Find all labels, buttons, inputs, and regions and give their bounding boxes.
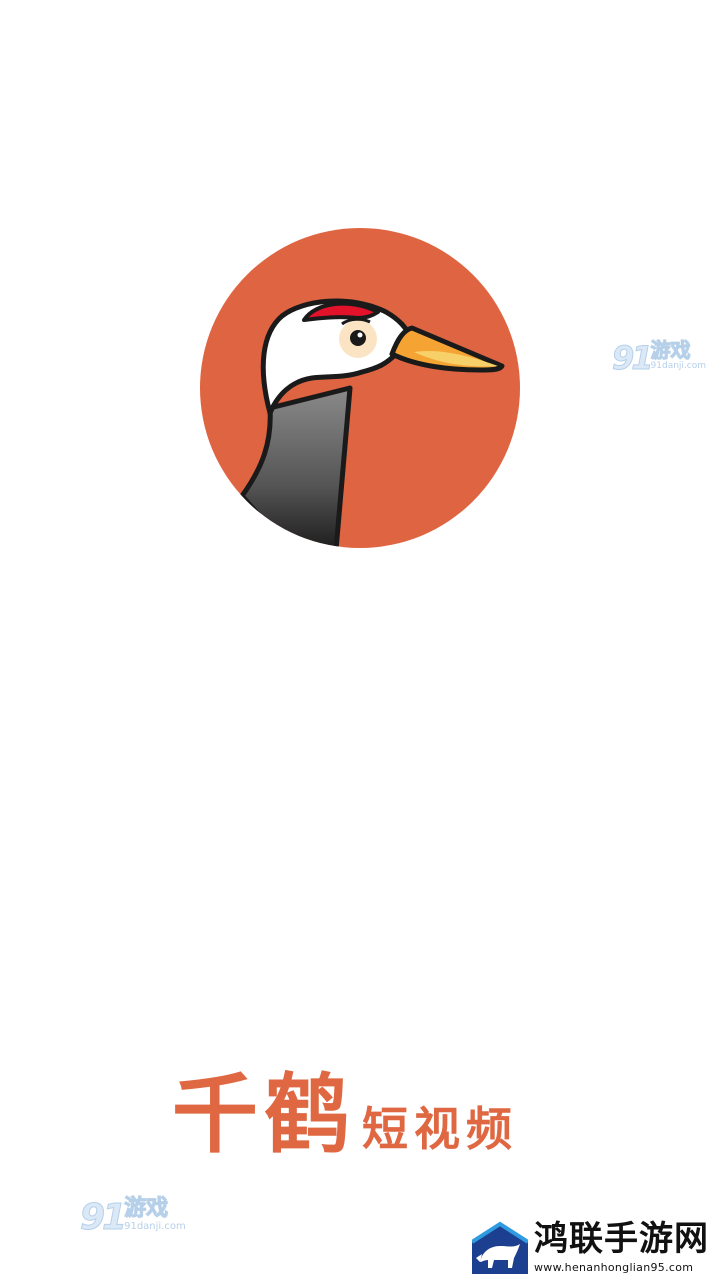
app-title-sub: 短视频 — [362, 1102, 518, 1156]
watermark-url: 91danji.com — [124, 1221, 186, 1232]
app-logo — [200, 228, 520, 548]
watermark-url: 91danji.com — [650, 361, 706, 371]
brand-name: 鸿联手游网 — [534, 1218, 709, 1259]
bull-logo-icon — [472, 1218, 528, 1274]
app-title: 千鹤 短视频 — [172, 1072, 518, 1158]
watermark-91-bottom: 91 游戏 91danji.com — [79, 1196, 186, 1238]
brand-url: www.henanhonglian95.com — [534, 1260, 694, 1274]
watermark-text-group: 游戏 91danji.com — [124, 1196, 186, 1232]
crane-logo-icon — [200, 228, 520, 548]
watermark-text-group: 游戏 91danji.com — [650, 338, 706, 371]
watermark-game-label: 游戏 — [650, 338, 691, 362]
site-brand: 鸿联手游网 www.henanhonglian95.com — [472, 1218, 709, 1274]
watermark-number: 91 — [79, 1197, 127, 1238]
watermark-game-label: 游戏 — [124, 1196, 169, 1221]
brand-text: 鸿联手游网 www.henanhonglian95.com — [534, 1219, 709, 1274]
watermark-91-top: 91 游戏 91danji.com — [612, 338, 706, 377]
watermark-number: 91 — [612, 339, 654, 377]
app-title-main: 千鹤 — [172, 1065, 356, 1165]
